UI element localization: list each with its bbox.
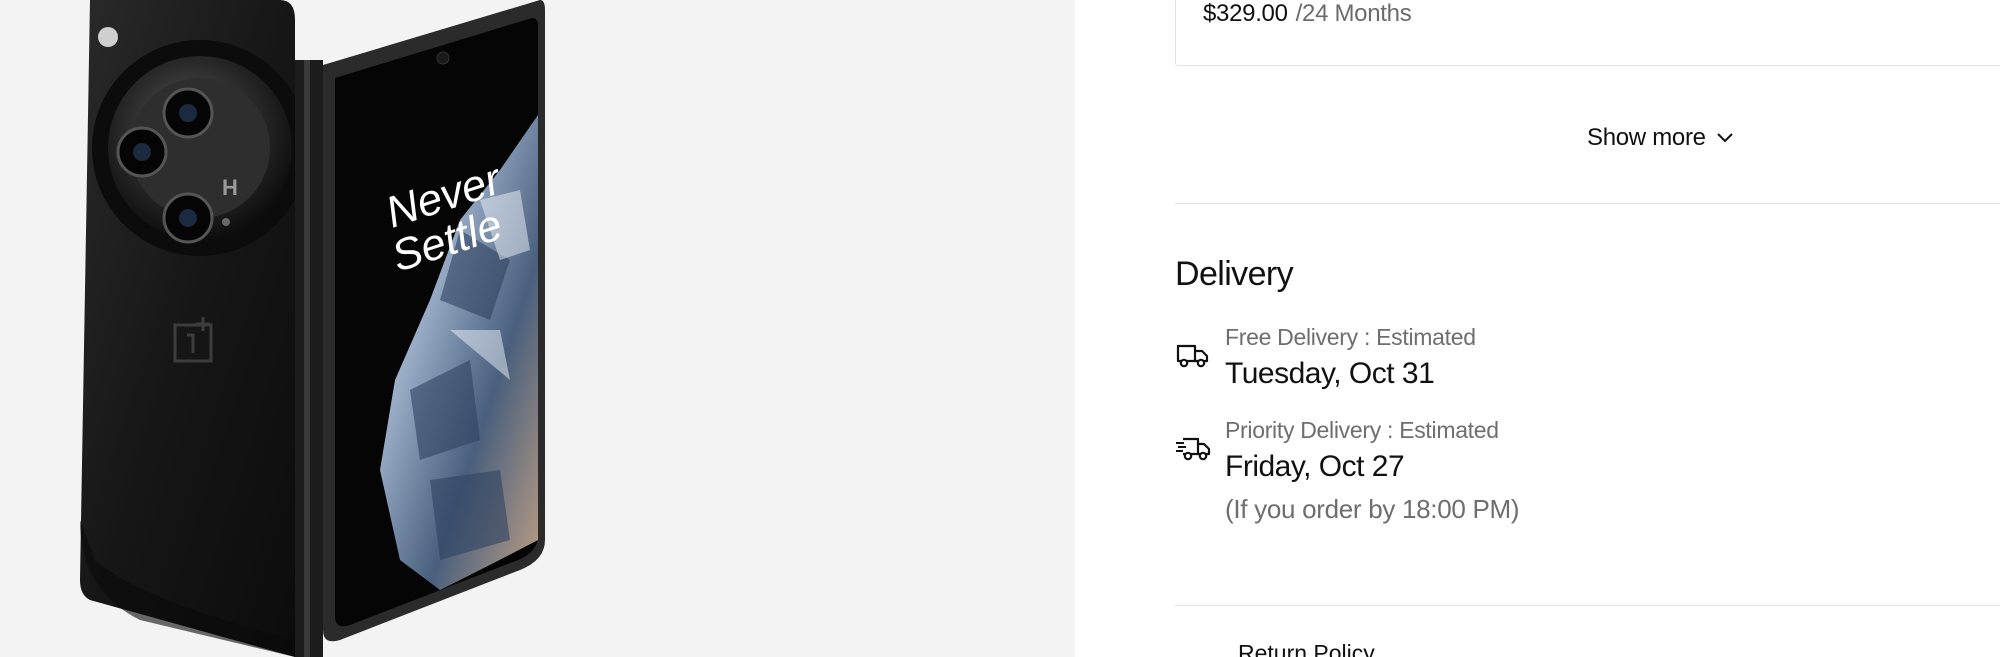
delivery-cutoff-note: (If you order by 18:00 PM) <box>1225 494 1520 524</box>
plan-price-term: /24 Months <box>1295 0 1412 27</box>
delivery-title: Delivery <box>1175 255 1294 293</box>
divider <box>1175 203 2000 204</box>
divider <box>1175 605 2000 606</box>
truck-icon <box>1176 344 1209 368</box>
plan-price-amount: $329.00 <box>1203 0 1288 27</box>
delivery-label: Priority Delivery : Estimated <box>1225 417 1499 443</box>
payment-plan-card[interactable]: $329.00/24 Months <box>1175 0 2000 66</box>
chevron-down-icon <box>1716 133 1733 143</box>
return-policy-link[interactable]: Return Policy <box>1238 640 1375 657</box>
show-more-label: Show more <box>1587 124 1706 151</box>
product-gallery: H Never Settle <box>0 0 1075 657</box>
product-image[interactable]: H Never Settle <box>80 0 560 657</box>
fast-truck-icon <box>1176 437 1211 461</box>
product-details: $329.00/24 Months Show more Delivery Fre… <box>1075 0 2000 657</box>
delivery-label: Free Delivery : Estimated <box>1225 324 1476 350</box>
show-more-button[interactable]: Show more <box>1587 124 1734 152</box>
delivery-date: Friday, Oct 27 <box>1225 450 1405 483</box>
delivery-date: Tuesday, Oct 31 <box>1225 357 1435 390</box>
svg-text:H: H <box>222 175 238 200</box>
plan-price: $329.00/24 Months <box>1203 0 1412 28</box>
